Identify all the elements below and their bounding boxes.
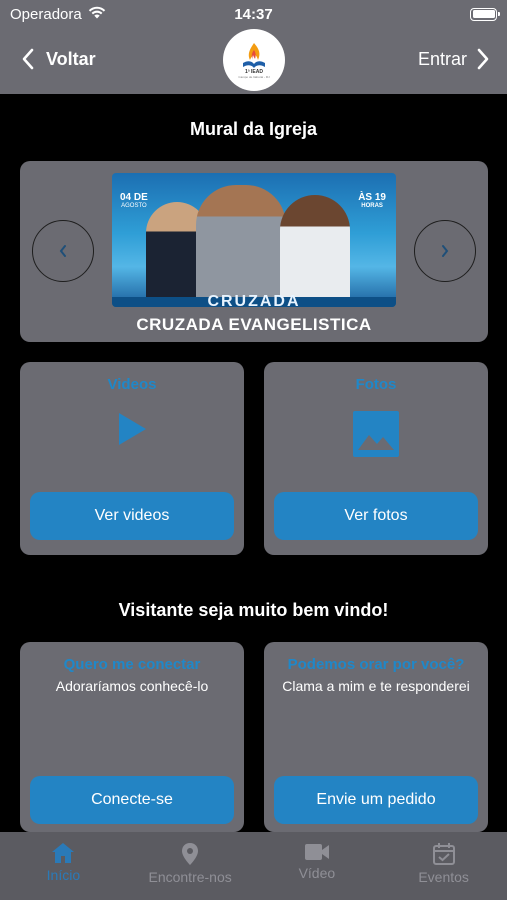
location-pin-icon: [182, 843, 199, 865]
view-videos-button[interactable]: Ver videos: [30, 492, 234, 540]
photos-card: Fotos Ver fotos: [264, 362, 488, 555]
tab-label: Eventos: [418, 869, 469, 885]
tab-label: Encontre-nos: [148, 869, 232, 885]
videos-card: Videos Ver videos: [20, 362, 244, 555]
mural-carousel: 04 DE AGOSTO ÀS 19 HORAS CRUZADA CRUZADA…: [20, 161, 488, 342]
chevron-right-icon: [477, 48, 489, 70]
tab-label: Início: [46, 867, 81, 883]
prayer-card-text: Clama a mim e te responderei: [282, 678, 470, 694]
view-photos-button[interactable]: Ver fotos: [274, 492, 478, 540]
calendar-check-icon: [432, 843, 455, 865]
prayer-card-title: Podemos orar por você?: [287, 656, 465, 673]
carousel-prev-button[interactable]: [32, 220, 94, 282]
flame-bible-icon: [243, 43, 265, 68]
tab-bar: Início Encontre-nos Vídeo Eventos: [0, 832, 507, 900]
wifi-icon: [88, 6, 106, 23]
connect-card: Quero me conectar Adoraríamos conhecê-lo…: [20, 642, 244, 832]
banner-caption: CRUZADA EVANGELISTICA: [136, 315, 372, 334]
tab-inicio[interactable]: Início: [0, 832, 127, 900]
banner-strip-text: CRUZADA: [207, 293, 301, 307]
banner-hour: ÀS 19: [358, 192, 386, 203]
login-button[interactable]: Entrar: [418, 48, 489, 70]
mural-title: Mural da Igreja: [189, 119, 318, 139]
tab-eventos[interactable]: Eventos: [380, 832, 507, 900]
church-logo: 1ª IEAD Campo de Itaboraí - RJ: [223, 29, 285, 91]
send-request-button[interactable]: Envie um pedido: [274, 776, 478, 824]
speaker-photo: [280, 195, 350, 307]
videos-card-title: Videos: [107, 376, 157, 393]
connect-card-text: Adoraríamos conhecê-lo: [55, 678, 209, 694]
chevron-left-icon: [59, 245, 66, 257]
back-label: Voltar: [46, 48, 96, 69]
status-right: [470, 7, 500, 21]
banner-date: 04 DE AGOSTO: [120, 192, 148, 210]
navigation-bar: Voltar 1ª IEAD Campo de Itaboraí - RJ En…: [0, 28, 507, 94]
chevron-right-icon: [442, 245, 449, 257]
logo-subtext: Campo de Itaboraí - RJ: [238, 75, 270, 79]
connect-card-title: Quero me conectar: [63, 656, 201, 673]
battery-icon: [470, 7, 500, 21]
image-icon: [264, 410, 488, 458]
tab-label: Vídeo: [298, 865, 336, 881]
photos-card-title: Fotos: [355, 376, 397, 393]
banner-day: 04 DE: [120, 192, 148, 203]
status-left: Operadora: [10, 6, 106, 23]
carousel-next-button[interactable]: [414, 220, 476, 282]
carrier-label: Operadora: [10, 5, 82, 23]
home-icon: [52, 843, 75, 863]
tab-encontre-nos[interactable]: Encontre-nos: [127, 832, 254, 900]
speaker-photo: [196, 185, 286, 307]
banner-hours-label: HORAS: [361, 203, 383, 209]
status-bar: Operadora 14:37: [0, 0, 507, 28]
prayer-card: Podemos orar por você? Clama a mim e te …: [264, 642, 488, 832]
login-label: Entrar: [417, 48, 467, 69]
banner-time: ÀS 19 HORAS: [358, 192, 386, 210]
connect-button[interactable]: Conecte-se: [30, 776, 234, 824]
event-banner[interactable]: 04 DE AGOSTO ÀS 19 HORAS CRUZADA: [112, 173, 396, 307]
back-button[interactable]: Voltar: [22, 48, 96, 70]
banner-month: AGOSTO: [121, 203, 147, 209]
video-camera-icon: [304, 844, 329, 860]
play-icon: [20, 410, 244, 448]
chevron-left-icon: [22, 48, 34, 70]
welcome-title: Visitante seja muito bem vindo!: [118, 600, 389, 620]
tab-video[interactable]: Vídeo: [254, 832, 381, 900]
